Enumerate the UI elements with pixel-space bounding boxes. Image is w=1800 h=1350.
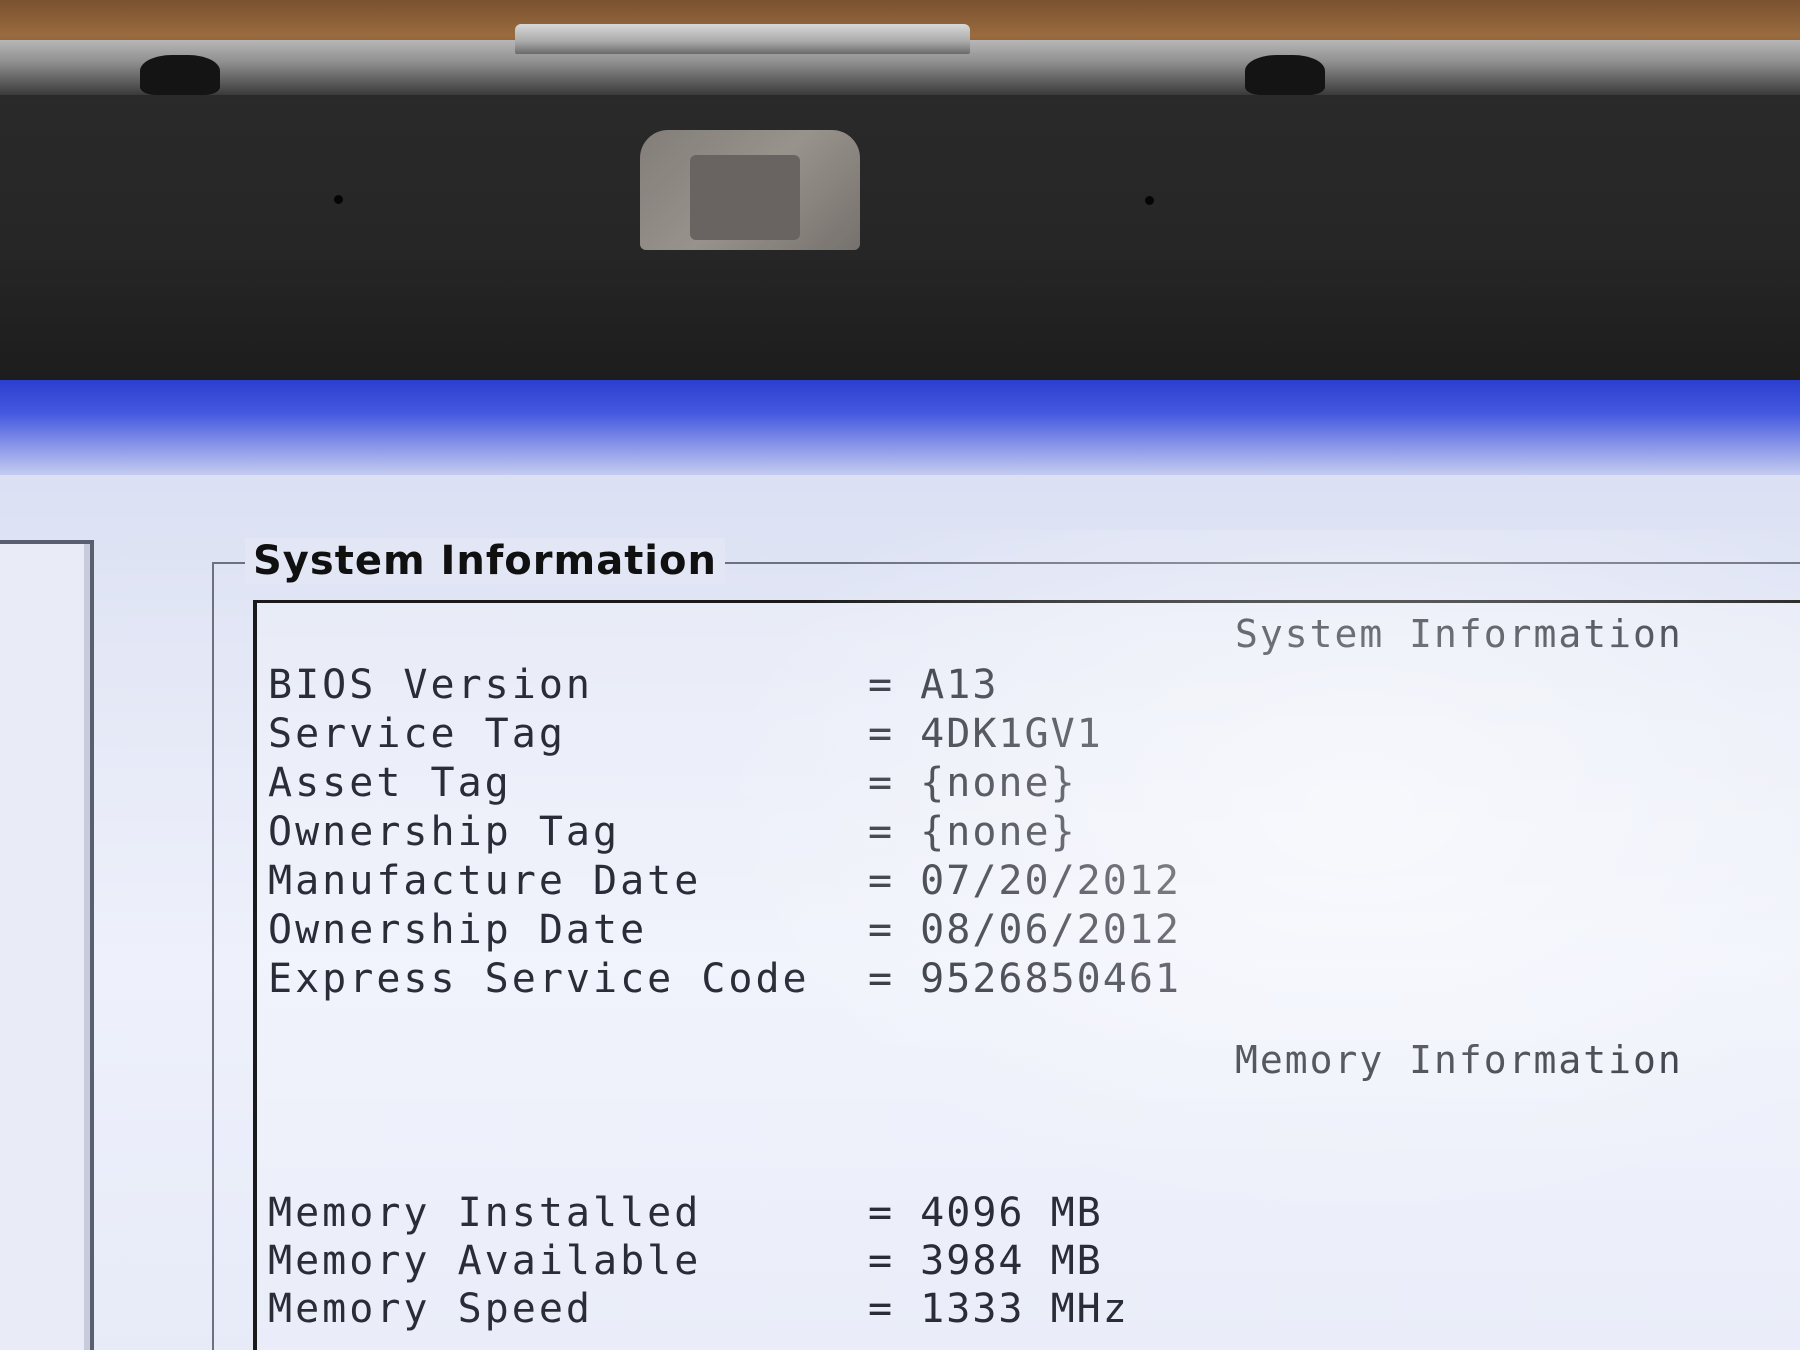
groupbox-title: System Information	[245, 538, 725, 584]
row-label: Manufacture Date	[268, 858, 702, 904]
bios-screen: System Information System Information BI…	[0, 380, 1800, 1350]
row-value: = 3984 MB	[868, 1238, 1103, 1284]
row-value: = {none}	[868, 809, 1077, 855]
system-information-heading: System Information	[1235, 612, 1683, 656]
row-value: = A13	[868, 662, 999, 708]
row-value: = 08/06/2012	[868, 907, 1181, 953]
row-value: = 4096 MB	[868, 1190, 1103, 1236]
row-label: Ownership Tag	[268, 809, 621, 855]
row-label: Asset Tag	[268, 760, 512, 806]
microphone-hole-left	[334, 195, 343, 204]
row-label: Service Tag	[268, 711, 566, 757]
row-label: Express Service Code	[268, 956, 810, 1002]
row-value: = {none}	[868, 760, 1077, 806]
bios-header-bar	[0, 380, 1800, 475]
lid-clip-right	[1245, 55, 1325, 95]
row-value: = 07/20/2012	[868, 858, 1181, 904]
row-label: Memory Speed	[268, 1286, 593, 1332]
photo-scene: System Information System Information BI…	[0, 0, 1800, 1350]
row-value: = 1333 MHz	[868, 1286, 1129, 1332]
row-value: = 9526850461	[868, 956, 1181, 1002]
left-navigation-panel[interactable]	[0, 540, 94, 1350]
row-label: Memory Installed	[268, 1190, 702, 1236]
row-value: = 4DK1GV1	[868, 711, 1103, 757]
lid-clip-left	[140, 55, 220, 95]
webcam-tape-inner	[690, 155, 800, 240]
row-label: BIOS Version	[268, 662, 593, 708]
microphone-hole-right	[1145, 196, 1154, 205]
memory-information-heading: Memory Information	[1235, 1038, 1683, 1082]
lid-latch	[515, 24, 970, 54]
row-label: Ownership Date	[268, 907, 648, 953]
webcam-cover-tape	[640, 130, 860, 250]
row-label: Memory Available	[268, 1238, 702, 1284]
